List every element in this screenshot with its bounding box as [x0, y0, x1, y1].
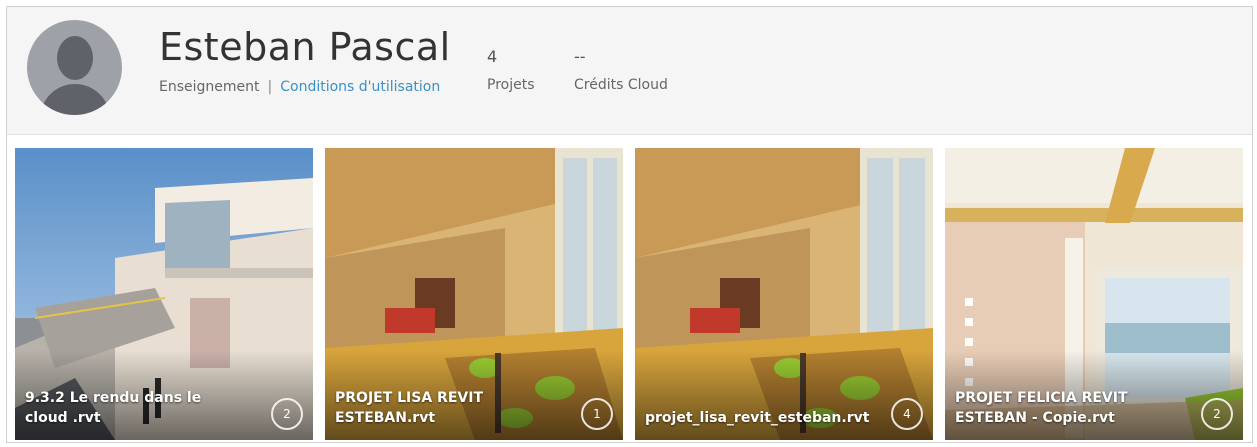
- project-cards: 9.3.2 Le rendu dans le cloud .rvt 2 PROJ…: [15, 148, 1246, 440]
- project-title: 9.3.2 Le rendu dans le cloud .rvt: [25, 390, 202, 426]
- project-title: PROJET LISA REVIT ESTEBAN.rvt: [335, 390, 483, 426]
- avatar-body-shape: [40, 84, 110, 115]
- profile-role: Enseignement: [159, 79, 260, 95]
- project-count-badge: 4: [891, 398, 923, 430]
- separator: |: [267, 79, 273, 95]
- project-title: projet_lisa_revit_esteban.rvt: [645, 410, 870, 426]
- profile-header: Esteban Pascal Enseignement | Conditions d…: [7, 7, 1252, 135]
- project-card[interactable]: projet_lisa_revit_esteban.rvt 4: [635, 148, 933, 440]
- project-title: PROJET FELICIA REVIT ESTEBAN - Copie.rvt: [955, 390, 1128, 426]
- terms-link[interactable]: Conditions d'utilisation: [280, 79, 440, 95]
- avatar[interactable]: [27, 20, 122, 115]
- stat-projects-value: 4: [487, 47, 498, 66]
- stat-cloud-credits-value: --: [574, 47, 586, 66]
- project-card[interactable]: PROJET FELICIA REVIT ESTEBAN - Copie.rvt…: [945, 148, 1243, 440]
- stat-projects-label: Projets: [487, 77, 535, 93]
- project-count-badge: 1: [581, 398, 613, 430]
- stat-cloud-credits: -- Crédits Cloud: [574, 47, 668, 93]
- avatar-head-shape: [57, 36, 93, 80]
- profile-subline: Enseignement | Conditions d'utilisation: [159, 79, 440, 95]
- stat-projects: 4 Projets: [487, 47, 535, 93]
- profile-page: Esteban Pascal Enseignement | Conditions d…: [6, 6, 1253, 443]
- project-card[interactable]: PROJET LISA REVIT ESTEBAN.rvt 1: [325, 148, 623, 440]
- stat-cloud-credits-label: Crédits Cloud: [574, 77, 668, 93]
- profile-name: Esteban Pascal: [159, 25, 451, 69]
- project-count-badge: 2: [271, 398, 303, 430]
- project-count-badge: 2: [1201, 398, 1233, 430]
- project-card[interactable]: 9.3.2 Le rendu dans le cloud .rvt 2: [15, 148, 313, 440]
